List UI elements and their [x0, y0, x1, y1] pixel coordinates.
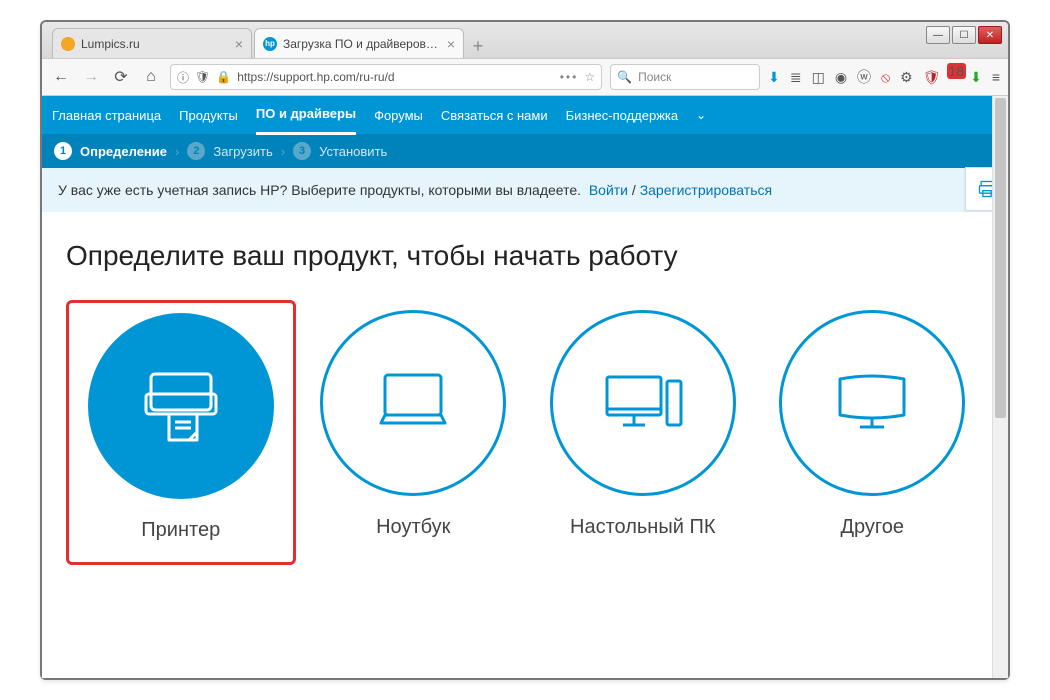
window-controls: — ☐ ✕: [926, 26, 1002, 44]
download-icon[interactable]: ⬇: [768, 69, 780, 86]
chevron-down-icon[interactable]: ⌄: [696, 108, 706, 122]
card-printer[interactable]: Принтер: [66, 300, 296, 565]
home-button[interactable]: ⌂: [140, 68, 162, 86]
nav-software-drivers[interactable]: ПО и драйверы: [256, 96, 356, 135]
download-arrow-icon[interactable]: ⬇: [970, 69, 982, 86]
lock-icon: 🔒: [216, 70, 231, 84]
nav-business[interactable]: Бизнес-поддержка: [566, 97, 679, 134]
desktop-circle: [550, 310, 736, 496]
toolbar-icons: ⬇ ≣ ◫ ◉ ⓦ ⦸ ⚙ 🛡18 ⬇ ≡: [768, 67, 1000, 87]
step-1-label: Определение: [80, 144, 167, 159]
banner-text: У вас уже есть учетная запись HP? Выбери…: [58, 182, 581, 198]
new-tab-button[interactable]: +: [466, 34, 490, 58]
bookmark-icon[interactable]: ☆: [584, 70, 595, 84]
chevron-right-icon: ›: [175, 144, 179, 159]
minimize-button[interactable]: —: [926, 26, 950, 44]
close-window-button[interactable]: ✕: [978, 26, 1002, 44]
nav-home[interactable]: Главная страница: [52, 97, 161, 134]
card-laptop[interactable]: Ноутбук: [302, 300, 526, 565]
close-icon[interactable]: ×: [447, 36, 455, 52]
chevron-right-icon: ›: [281, 144, 285, 159]
tab-lumpics[interactable]: Lumpics.ru ×: [52, 28, 252, 58]
adblock-icon[interactable]: ⦸: [881, 69, 890, 86]
menu-icon[interactable]: ≡: [992, 69, 1000, 85]
search-icon: 🔍: [617, 70, 632, 84]
vertical-scrollbar[interactable]: [992, 96, 1008, 678]
tab-hp-drivers[interactable]: hp Загрузка ПО и драйверов HP ×: [254, 28, 464, 58]
url-text: https://support.hp.com/ru-ru/d: [237, 70, 394, 84]
card-label: Ноутбук: [306, 516, 522, 539]
search-input[interactable]: 🔍 Поиск: [610, 64, 760, 90]
card-other[interactable]: Другое: [761, 300, 985, 565]
register-link[interactable]: Зарегистрироваться: [640, 182, 772, 198]
sidebar-icon[interactable]: ◫: [812, 69, 825, 86]
laptop-circle: [320, 310, 506, 496]
url-input[interactable]: ⓘ 🛡 🔒 https://support.hp.com/ru-ru/d •••…: [170, 64, 602, 90]
printer-icon: [131, 356, 231, 456]
favicon-icon: [61, 37, 75, 51]
account-banner: У вас уже есть учетная запись HP? Выбери…: [42, 168, 1008, 212]
search-placeholder: Поиск: [638, 70, 671, 84]
product-cards: Принтер Ноутбук: [66, 300, 984, 565]
nav-products[interactable]: Продукты: [179, 97, 238, 134]
maximize-button[interactable]: ☐: [952, 26, 976, 44]
favicon-icon: hp: [263, 37, 277, 51]
card-label: Настольный ПК: [535, 516, 751, 539]
ublock-icon[interactable]: 🛡18: [923, 69, 960, 86]
page-actions-icon[interactable]: •••: [560, 70, 579, 84]
page-content: Главная страница Продукты ПО и драйверы …: [42, 96, 1008, 678]
browser-window: Lumpics.ru × hp Загрузка ПО и драйверов …: [40, 20, 1010, 680]
reload-button[interactable]: ⟳: [110, 67, 132, 87]
hp-top-nav: Главная страница Продукты ПО и драйверы …: [42, 96, 1008, 134]
main-area: Определите ваш продукт, чтобы начать раб…: [42, 212, 1008, 593]
forward-button[interactable]: →: [80, 68, 102, 86]
step-2-label: Загрузить: [213, 144, 272, 159]
step-3-label: Установить: [319, 144, 387, 159]
close-icon[interactable]: ×: [235, 36, 243, 52]
card-label: Другое: [765, 516, 981, 539]
extension-icon[interactable]: ◉: [835, 69, 847, 86]
tab-title: Lumpics.ru: [81, 37, 229, 51]
tab-strip: Lumpics.ru × hp Загрузка ПО и драйверов …: [42, 22, 1008, 58]
step-2-badge: 2: [187, 142, 205, 160]
step-1-badge: 1: [54, 142, 72, 160]
desktop-icon: [593, 353, 693, 453]
scrollbar-thumb[interactable]: [995, 98, 1006, 418]
nav-forums[interactable]: Форумы: [374, 97, 423, 134]
card-desktop[interactable]: Настольный ПК: [531, 300, 755, 565]
page-title: Определите ваш продукт, чтобы начать раб…: [66, 240, 984, 272]
step-indicator: 1 Определение › 2 Загрузить › 3 Установи…: [42, 134, 1008, 168]
nav-contact[interactable]: Связаться с нами: [441, 97, 548, 134]
printer-circle: [88, 313, 274, 499]
info-icon: ⓘ: [177, 69, 189, 86]
login-link[interactable]: Войти: [589, 182, 628, 198]
extension-icon[interactable]: ⚙: [900, 69, 913, 86]
badge-count: 18: [947, 63, 967, 79]
card-label: Принтер: [73, 519, 289, 542]
extension-icon[interactable]: ⓦ: [857, 67, 871, 87]
library-icon[interactable]: ≣: [790, 69, 802, 86]
other-circle: [779, 310, 965, 496]
laptop-icon: [363, 353, 463, 453]
back-button[interactable]: ←: [50, 68, 72, 86]
address-bar: ← → ⟳ ⌂ ⓘ 🛡 🔒 https://support.hp.com/ru-…: [42, 58, 1008, 96]
banner-sep: /: [632, 182, 636, 198]
shield-icon: 🛡: [195, 70, 210, 84]
monitor-curved-icon: [822, 353, 922, 453]
tab-title: Загрузка ПО и драйверов HP: [283, 37, 441, 51]
step-3-badge: 3: [293, 142, 311, 160]
